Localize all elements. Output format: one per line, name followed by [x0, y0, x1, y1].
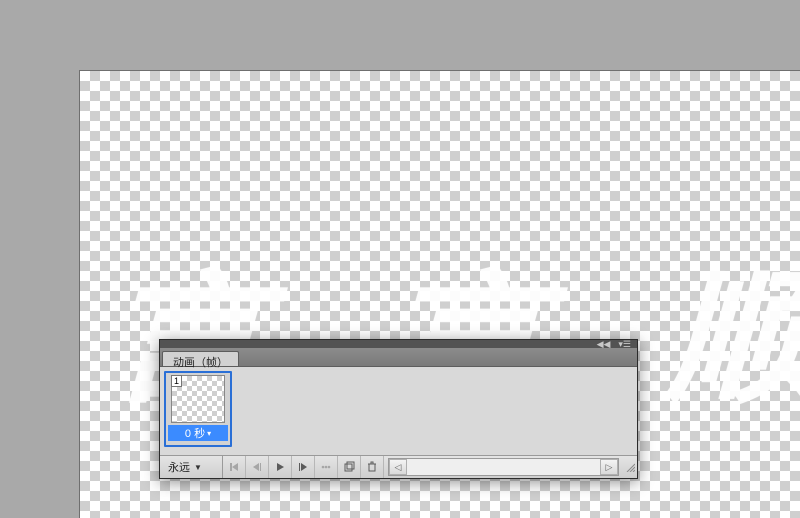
frame-delay-label: 0 秒: [185, 425, 205, 441]
frame-thumbnail[interactable]: 1: [171, 375, 225, 423]
first-frame-button[interactable]: [223, 456, 246, 478]
scroll-right-icon[interactable]: ▷: [600, 459, 618, 475]
playback-controls: [223, 456, 384, 478]
new-frame-button[interactable]: [338, 456, 361, 478]
tab-animation-frames[interactable]: 动画（帧）: [162, 351, 239, 366]
panel-tab-bar: 动画（帧）: [160, 348, 637, 367]
panel-title-bar[interactable]: ◀◀ ▾☰: [160, 340, 637, 348]
next-frame-button[interactable]: [292, 456, 315, 478]
text-layer: 言 言 顺 衣: [105, 223, 800, 340]
tween-button[interactable]: [315, 456, 338, 478]
panel-footer: 永远 ▼ ◁: [160, 455, 637, 478]
panel-collapse-icon[interactable]: ◀◀: [597, 340, 611, 348]
chevron-down-icon: ▼: [194, 463, 202, 472]
resize-grip-icon[interactable]: [623, 456, 637, 478]
loop-label: 永远: [168, 459, 190, 475]
chevron-down-icon: ▾: [207, 429, 211, 438]
scroll-left-icon[interactable]: ◁: [389, 459, 407, 475]
frame-delay-selector[interactable]: 0 秒 ▾: [168, 425, 228, 441]
panel-menu-icon[interactable]: ▾☰: [618, 340, 631, 348]
frame-index: 1: [171, 375, 182, 387]
horizontal-scrollbar[interactable]: ◁ ▷: [388, 458, 619, 476]
loop-selector[interactable]: 永远 ▼: [160, 456, 223, 478]
frame-strip: 1 0 秒 ▾: [160, 367, 637, 455]
frame-item[interactable]: 1 0 秒 ▾: [164, 371, 232, 447]
play-button[interactable]: [269, 456, 292, 478]
animation-panel: ◀◀ ▾☰ 动画（帧） 1 0 秒 ▾ 永远 ▼: [159, 339, 638, 479]
prev-frame-button[interactable]: [246, 456, 269, 478]
delete-frame-button[interactable]: [361, 456, 384, 478]
